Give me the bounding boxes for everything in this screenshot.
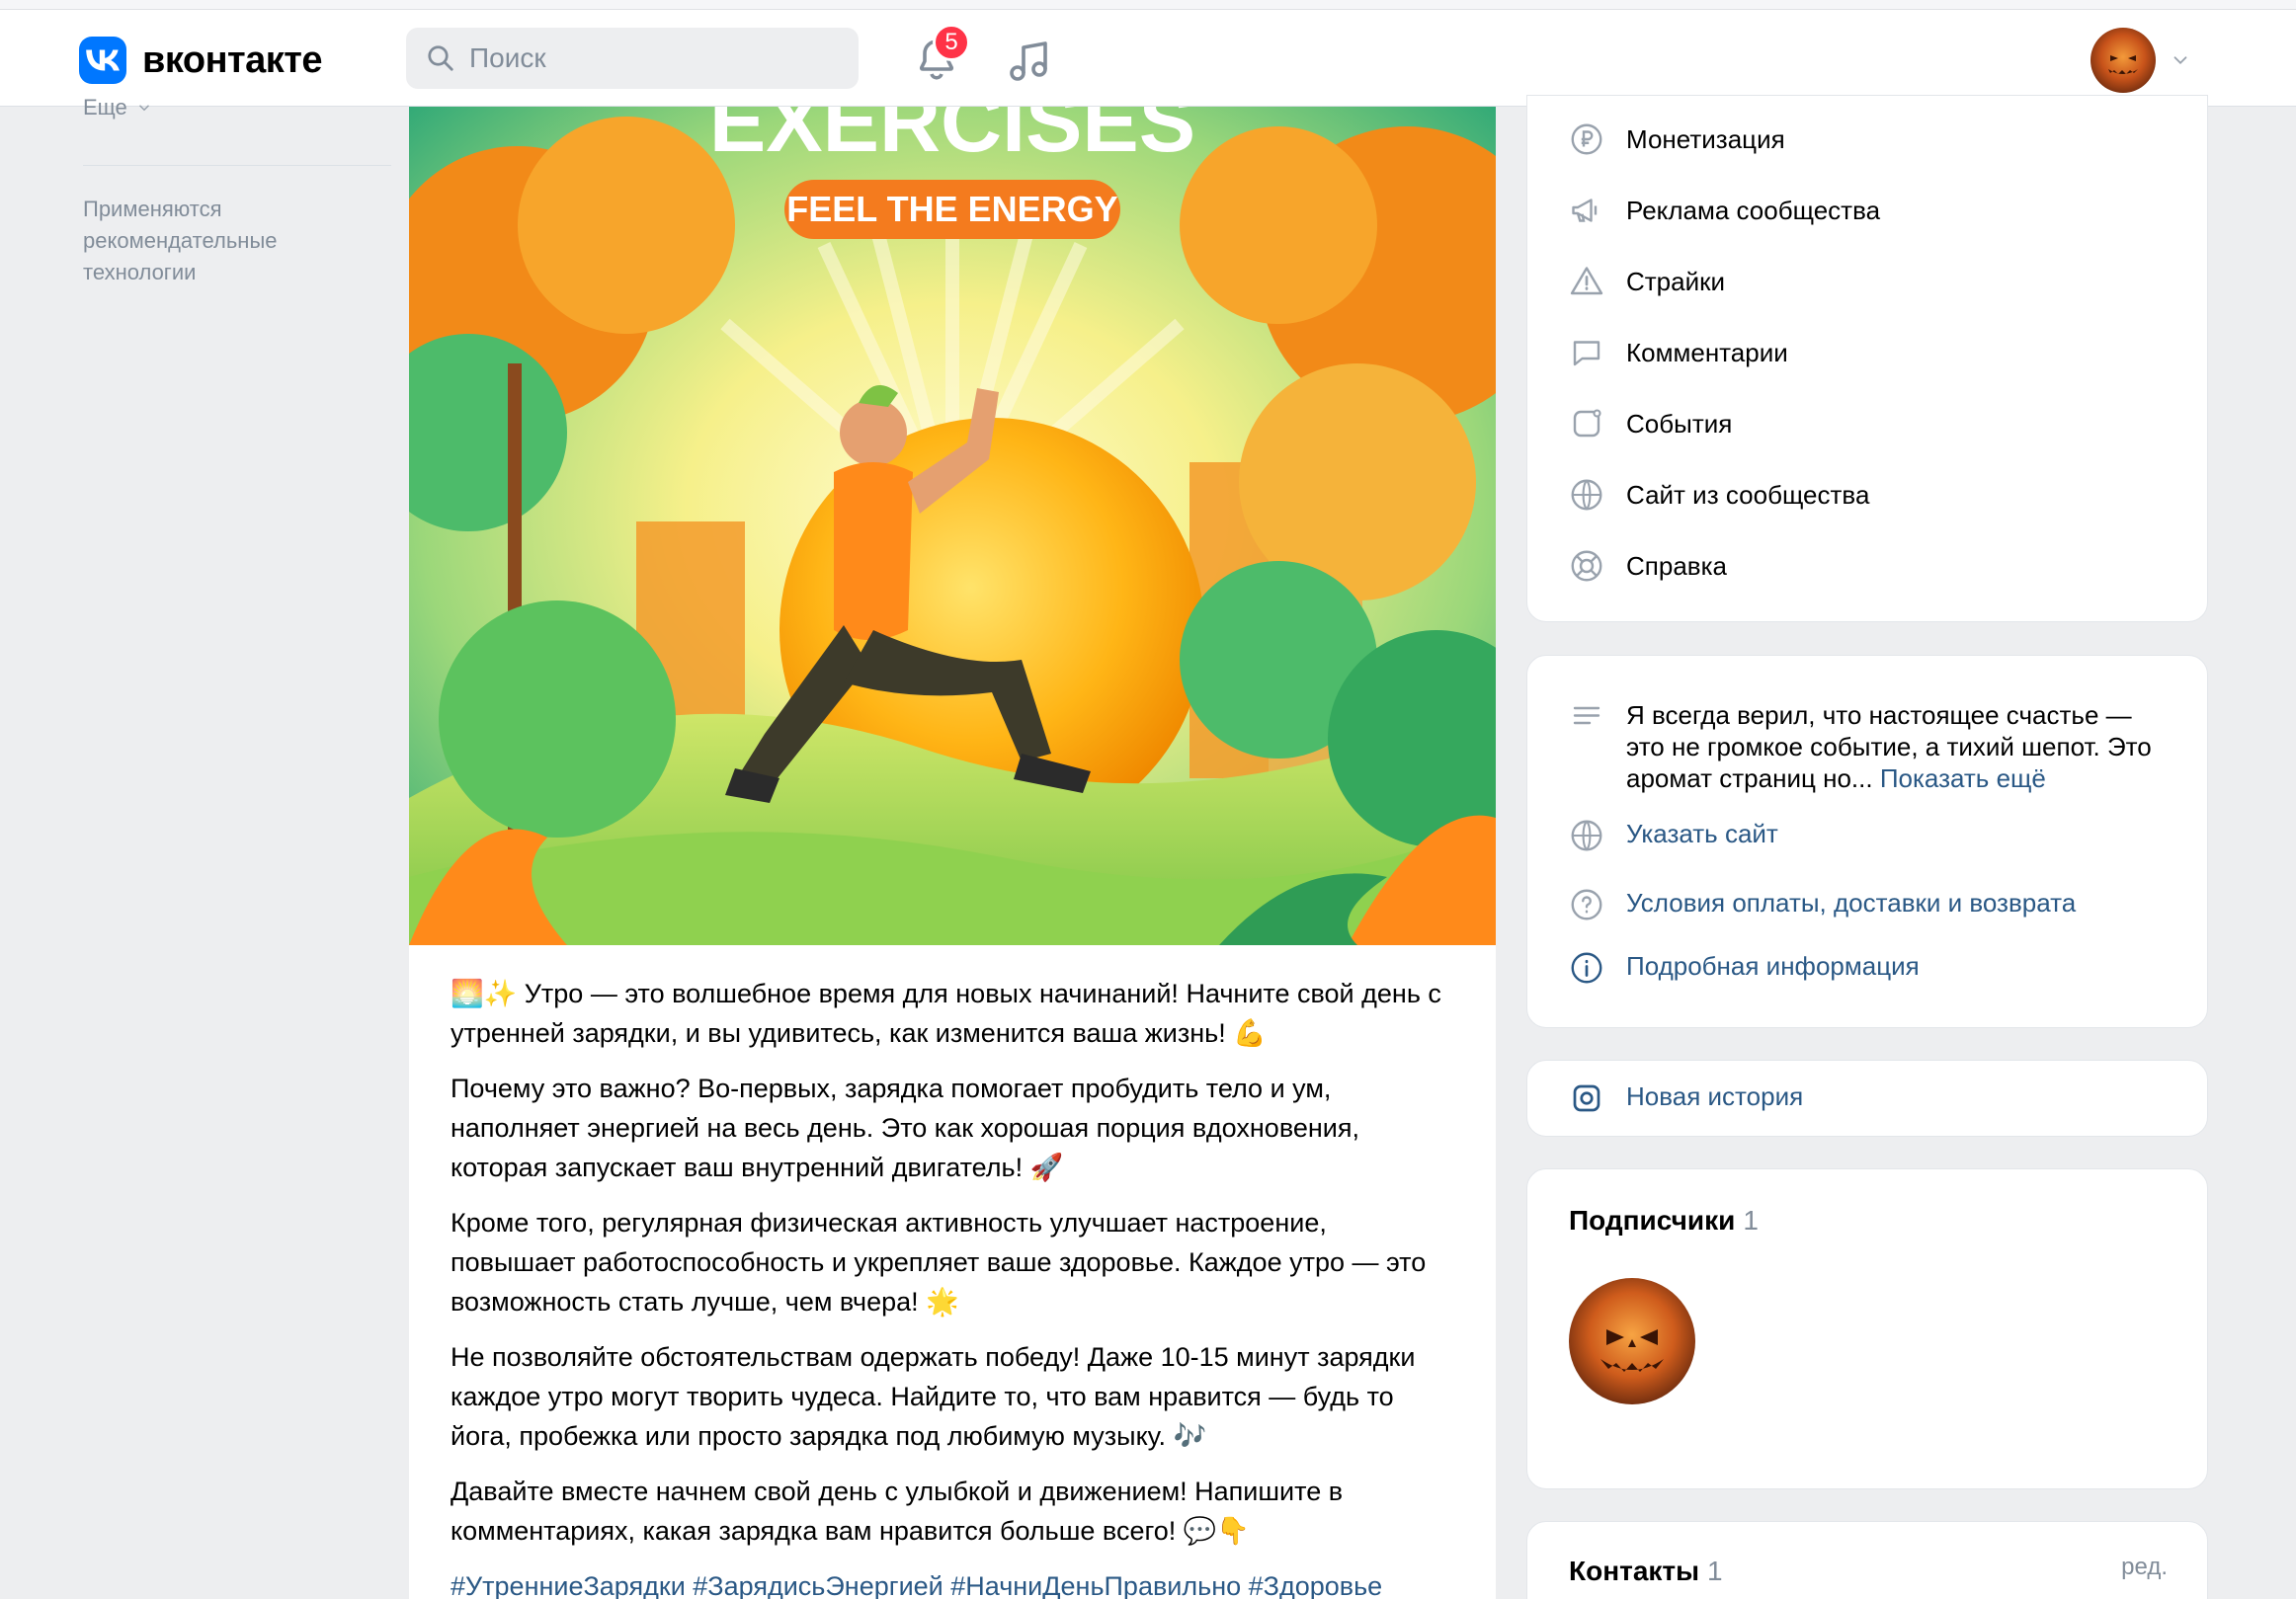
image-subtitle: FEEL THE ENERGY: [786, 189, 1117, 229]
pumpkin-face-icon: [1600, 1329, 1664, 1372]
post-paragraph-5: Давайте вместе начнем свой день с улыбко…: [451, 1477, 1344, 1546]
post-paragraph-3: Кроме того, регулярная физическая активн…: [451, 1208, 1427, 1317]
menu-item-strikes[interactable]: Страйки: [1569, 264, 1725, 299]
details-link[interactable]: Подробная информация: [1626, 950, 1920, 986]
recommendation-note[interactable]: Применяются рекомендательные технологии: [83, 194, 379, 288]
music-icon[interactable]: [1006, 38, 1053, 85]
browser-top-strip: [0, 0, 2296, 10]
menu-item-site[interactable]: Сайт из сообщества: [1569, 477, 1869, 513]
menu-item-help[interactable]: Справка: [1569, 548, 1727, 584]
terms-link[interactable]: Условия оплаты, доставки и возврата: [1626, 887, 2076, 922]
profile-avatar[interactable]: [2091, 28, 2156, 93]
top-header: вконтакте 5: [0, 10, 2296, 107]
menu-item-ads[interactable]: Реклама сообщества: [1569, 193, 1880, 228]
post-paragraph-4: Не позволяйте обстоятельствам одержать п…: [451, 1342, 1416, 1451]
subscribers-title[interactable]: Подписчики 1: [1569, 1205, 1759, 1237]
website-row[interactable]: Указать сайт: [1569, 818, 1778, 853]
post-paragraph-2: Почему это важно? Во-первых, зарядка пом…: [451, 1074, 1359, 1182]
notifications-badge: 5: [933, 24, 970, 61]
question-icon: [1571, 889, 1602, 920]
post-hashtags[interactable]: #УтренниеЗарядки #ЗарядисьЭнергией #Начн…: [451, 1566, 1458, 1599]
info-icon: [1571, 952, 1602, 984]
website-link[interactable]: Указать сайт: [1626, 818, 1778, 853]
camera-story-icon: [1573, 1084, 1600, 1112]
left-more-link[interactable]: Еще: [83, 95, 153, 120]
subscribers-count: 1: [1743, 1205, 1759, 1236]
lifebuoy-icon: [1571, 550, 1602, 582]
search-box[interactable]: [406, 28, 859, 89]
left-divider: [83, 165, 391, 166]
post-text: 🌅✨ Утро — это волшебное время для новых …: [451, 974, 1458, 1599]
search-icon: [428, 45, 453, 71]
rocket-emoji: 🚀: [1029, 1153, 1064, 1182]
new-story-label: Новая история: [1626, 1081, 1804, 1111]
comment-emoji: 💬👇: [1183, 1516, 1251, 1546]
menu-item-monetization[interactable]: Монетизация: [1569, 121, 1785, 157]
new-story-card[interactable]: Новая история: [1526, 1060, 2208, 1137]
details-row[interactable]: Подробная информация: [1569, 950, 1920, 986]
terms-row[interactable]: Условия оплаты, доставки и возврата: [1569, 887, 2076, 922]
contacts-edit-link[interactable]: ред.: [2121, 1554, 2168, 1581]
muscle-emoji: 💪: [1233, 1018, 1267, 1048]
subscriber-avatar[interactable]: [1569, 1278, 1695, 1404]
menu-item-comments[interactable]: Комментарии: [1569, 335, 1788, 370]
star-emoji: 🌟: [926, 1287, 959, 1317]
community-info-card: Я всегда верил, что настоящее счастье — …: [1526, 655, 2208, 1028]
event-icon: [1573, 409, 1601, 438]
image-title: EXERCISES: [709, 107, 1195, 170]
show-more-link[interactable]: Показать ещё: [1880, 763, 2046, 793]
warning-icon: [1570, 267, 1603, 295]
chevron-down-icon: [138, 105, 149, 112]
vk-logo-icon: [79, 37, 126, 84]
megaphone-icon: [1572, 199, 1598, 222]
contacts-card: Контакты 1 ред.: [1526, 1521, 2208, 1599]
text-lines-icon: [1573, 706, 1600, 725]
community-description: Я всегда верил, что настоящее счастье — …: [1569, 699, 2172, 794]
post-image[interactable]: EXERCISES FEEL THE ENERGY: [409, 107, 1496, 945]
contacts-title[interactable]: Контакты 1: [1569, 1556, 1723, 1587]
globe-icon: [1571, 820, 1602, 851]
post-paragraph-1: 🌅✨ Утро — это волшебное время для новых …: [451, 979, 1441, 1048]
chevron-down-icon[interactable]: [2170, 49, 2191, 71]
subscribers-card: Подписчики 1: [1526, 1168, 2208, 1489]
post: EXERCISES FEEL THE ENERGY 🌅✨ Утро — это …: [409, 107, 1496, 1599]
music-notes-emoji: 🎶: [1173, 1421, 1207, 1451]
contacts-count: 1: [1707, 1556, 1723, 1586]
vk-logo-text: вконтакте: [142, 39, 323, 81]
post-illustration: EXERCISES FEEL THE ENERGY: [409, 107, 1496, 945]
search-input[interactable]: [469, 42, 845, 74]
globe-icon: [1571, 479, 1602, 511]
comment-icon: [1573, 341, 1600, 366]
sunrise-emoji: 🌅✨: [451, 979, 518, 1008]
menu-item-events[interactable]: События: [1569, 406, 1732, 441]
new-story-row[interactable]: Новая история: [1569, 1080, 1803, 1116]
left-more-label: Еще: [83, 95, 127, 120]
community-menu-card: Монетизация Реклама сообщества Страйки К…: [1526, 95, 2208, 622]
ruble-icon: [1571, 123, 1602, 155]
vk-logo[interactable]: вконтакте: [79, 37, 323, 84]
pumpkin-face-icon: [2108, 55, 2138, 74]
